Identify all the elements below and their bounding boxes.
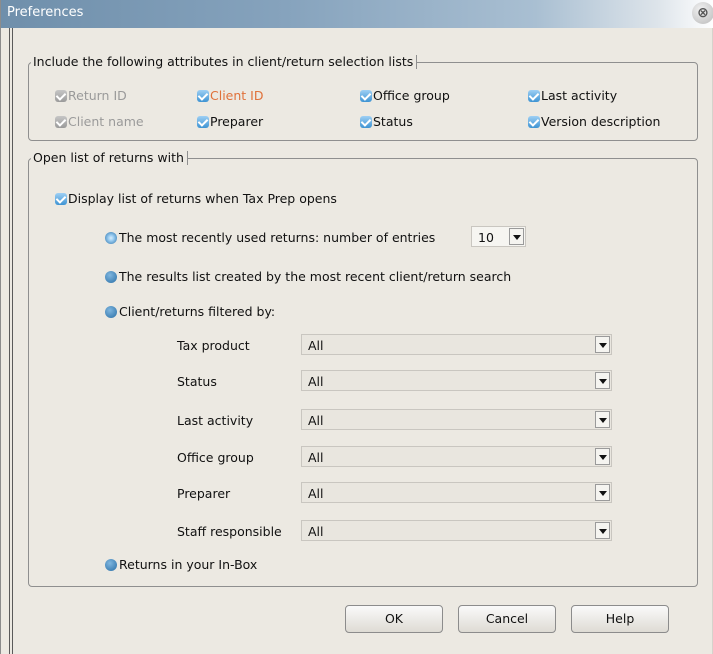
window-title: Preferences xyxy=(7,5,84,20)
open-list-legend: Open list of returns with xyxy=(31,151,188,165)
checkbox-icon[interactable] xyxy=(360,90,372,102)
checkbox-label: Preparer xyxy=(210,114,264,129)
radio-selected-icon[interactable] xyxy=(105,232,117,244)
filter-label-status: Status xyxy=(177,374,217,389)
left-border-line xyxy=(9,28,10,654)
radio-icon[interactable] xyxy=(105,271,117,283)
checkbox-icon[interactable] xyxy=(528,90,540,102)
filter-value: All xyxy=(308,374,324,389)
chevron-down-icon[interactable] xyxy=(595,448,610,465)
close-icon[interactable]: ⊗ xyxy=(692,2,713,24)
filter-label-last-activity: Last activity xyxy=(177,413,254,428)
chevron-down-icon[interactable] xyxy=(509,228,524,245)
left-border-line-inner xyxy=(12,28,13,654)
filter-label-preparer: Preparer xyxy=(177,486,231,501)
radio-label: Client/returns filtered by: xyxy=(119,304,276,319)
radio-most-recent[interactable]: The most recently used returns: number o… xyxy=(105,230,435,245)
radio-results-list[interactable]: The results list created by the most rec… xyxy=(105,269,511,284)
checkbox-last-activity[interactable]: Last activity xyxy=(528,88,617,103)
filter-value: All xyxy=(308,450,324,465)
checkbox-label: Status xyxy=(373,114,413,129)
checkbox-label: Client ID xyxy=(210,88,264,103)
checkbox-label: Client name xyxy=(68,114,144,129)
chevron-down-icon[interactable] xyxy=(595,372,610,389)
checkbox-icon[interactable] xyxy=(360,116,372,128)
ok-button[interactable]: OK xyxy=(345,605,443,633)
filter-dropdown-status[interactable]: All xyxy=(301,370,612,391)
chevron-down-icon[interactable] xyxy=(595,336,610,353)
chevron-down-icon[interactable] xyxy=(595,522,610,539)
filter-dropdown-staff-responsible[interactable]: All xyxy=(301,520,612,541)
checkbox-icon[interactable] xyxy=(55,193,67,205)
radio-icon[interactable] xyxy=(105,559,117,571)
filter-label-staff-responsible: Staff responsible xyxy=(177,524,282,539)
entries-dropdown[interactable]: 10 xyxy=(471,226,526,247)
attributes-legend: Include the following attributes in clie… xyxy=(31,55,418,69)
chevron-down-icon[interactable] xyxy=(595,484,610,501)
checkbox-label: Return ID xyxy=(68,88,127,103)
filter-dropdown-tax-product[interactable]: All xyxy=(301,334,612,355)
checkbox-office-group[interactable]: Office group xyxy=(360,88,450,103)
radio-label: The results list created by the most rec… xyxy=(119,269,512,284)
checkbox-status[interactable]: Status xyxy=(360,114,413,129)
filter-label-tax-product: Tax product xyxy=(177,338,250,353)
checkbox-icon xyxy=(55,90,67,102)
checkbox-label: Display list of returns when Tax Prep op… xyxy=(68,191,337,206)
filter-dropdown-preparer[interactable]: All xyxy=(301,482,612,503)
filter-value: All xyxy=(308,338,324,353)
checkbox-label: Version description xyxy=(541,114,661,129)
preferences-dialog: Preferences ⊗ Include the following attr… xyxy=(0,0,713,654)
radio-label: Returns in your In-Box xyxy=(119,557,258,572)
chevron-down-icon[interactable] xyxy=(595,411,610,428)
entries-value: 10 xyxy=(478,230,494,245)
checkbox-icon[interactable] xyxy=(197,116,209,128)
filter-dropdown-office-group[interactable]: All xyxy=(301,446,612,467)
radio-filtered[interactable]: Client/returns filtered by: xyxy=(105,304,275,319)
checkbox-label: Last activity xyxy=(541,88,618,103)
filter-value: All xyxy=(308,524,324,539)
checkbox-version-description[interactable]: Version description xyxy=(528,114,660,129)
checkbox-return-id: Return ID xyxy=(55,88,127,103)
help-button[interactable]: Help xyxy=(571,605,669,633)
radio-inbox[interactable]: Returns in your In-Box xyxy=(105,557,257,572)
checkbox-icon[interactable] xyxy=(197,90,209,102)
filter-dropdown-last-activity[interactable]: All xyxy=(301,409,612,430)
title-bar[interactable]: Preferences ⊗ xyxy=(1,0,713,28)
checkbox-icon[interactable] xyxy=(528,116,540,128)
radio-label: The most recently used returns: number o… xyxy=(119,230,436,245)
radio-icon[interactable] xyxy=(105,306,117,318)
checkbox-icon xyxy=(55,116,67,128)
filter-label-office-group: Office group xyxy=(177,450,254,465)
checkbox-preparer[interactable]: Preparer xyxy=(197,114,263,129)
checkbox-client-name: Client name xyxy=(55,114,144,129)
checkbox-display-list[interactable]: Display list of returns when Tax Prep op… xyxy=(55,191,337,206)
checkbox-client-id[interactable]: Client ID xyxy=(197,88,263,103)
checkbox-label: Office group xyxy=(373,88,450,103)
filter-value: All xyxy=(308,486,324,501)
cancel-button[interactable]: Cancel xyxy=(458,605,556,633)
filter-value: All xyxy=(308,413,324,428)
